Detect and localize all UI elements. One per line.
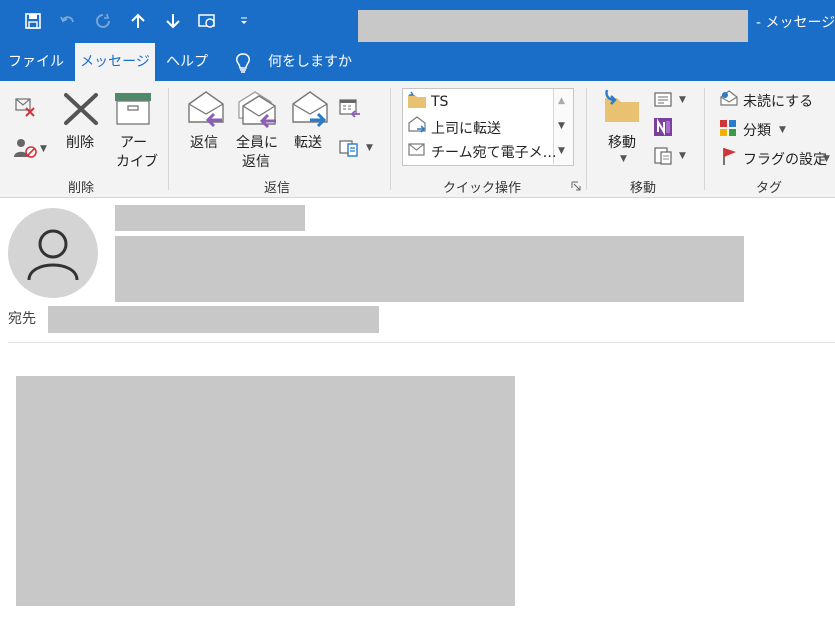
tell-me-search[interactable]: 何をしますか <box>268 43 352 81</box>
quick-steps-scroll-down-icon[interactable]: ▼ <box>558 121 565 131</box>
quick-steps-scroll-up-icon[interactable]: ▲ <box>558 96 565 106</box>
actions-icon[interactable] <box>653 146 675 166</box>
ribbon-separator <box>168 88 169 190</box>
follow-up-flag-button[interactable]: フラグの設定 <box>743 149 827 169</box>
window-title-suffix: - メッセージ ( <box>756 15 835 31</box>
junk-dropdown-icon[interactable]: ▼ <box>40 144 47 154</box>
meeting-reply-icon[interactable] <box>339 98 361 118</box>
undo-icon[interactable] <box>57 10 79 32</box>
actions-dropdown-icon[interactable]: ▼ <box>679 151 686 161</box>
menu-help[interactable]: ヘルプ <box>158 43 216 81</box>
categorize-button[interactable]: 分類 <box>743 120 771 140</box>
more-respond-icon[interactable] <box>339 138 361 158</box>
ribbon-separator <box>586 88 587 190</box>
customize-dropdown-icon[interactable] <box>233 10 255 32</box>
flag-dropdown-icon[interactable]: ▼ <box>823 154 830 164</box>
quick-step-team-email[interactable]: チーム宛て電子メ… <box>431 142 557 162</box>
dialog-launcher-icon[interactable] <box>571 181 581 191</box>
person-icon <box>27 229 79 281</box>
junk-icon[interactable] <box>12 137 38 159</box>
group-label-quick-steps: クイック操作 <box>443 181 522 196</box>
reply-icon[interactable] <box>186 90 226 128</box>
archive-icon[interactable] <box>114 92 152 126</box>
delete-button[interactable]: 削除 <box>66 132 94 152</box>
save-icon[interactable] <box>22 10 44 32</box>
reply-button[interactable]: 返信 <box>190 132 218 152</box>
rules-icon[interactable] <box>653 90 675 108</box>
quick-step-forward-to-manager[interactable]: 上司に転送 <box>431 118 501 138</box>
sender-name-redacted <box>115 205 305 231</box>
more-respond-dropdown-icon[interactable]: ▼ <box>366 143 373 153</box>
categorize-dropdown-icon[interactable]: ▼ <box>779 125 786 135</box>
ribbon-separator <box>704 88 705 190</box>
unread-icon[interactable] <box>719 89 739 107</box>
reply-all-label-line2[interactable]: 返信 <box>242 151 270 171</box>
lightbulb-icon <box>234 52 252 78</box>
rules-dropdown-icon[interactable]: ▼ <box>679 95 686 105</box>
message-body-redacted <box>16 376 515 606</box>
group-label-move: 移動 <box>630 181 657 196</box>
down-arrow-icon[interactable] <box>162 10 184 32</box>
group-label-delete: 削除 <box>68 181 95 196</box>
quick-step-ts[interactable]: TS <box>431 94 448 110</box>
move-button[interactable]: 移動 <box>608 132 636 152</box>
menu-file[interactable]: ファイル <box>0 43 72 81</box>
header-divider <box>8 342 835 343</box>
touch-mode-icon[interactable] <box>197 10 219 32</box>
onenote-icon[interactable] <box>653 117 673 137</box>
menu-message[interactable]: メッセージ <box>75 43 155 81</box>
group-label-reply: 返信 <box>264 181 291 196</box>
recipients-redacted[interactable] <box>48 306 379 333</box>
ignore-icon[interactable] <box>12 96 38 120</box>
flag-icon[interactable] <box>721 146 739 166</box>
categorize-icon[interactable] <box>719 119 737 137</box>
team-email-icon <box>407 142 427 158</box>
sender-avatar <box>8 208 98 298</box>
group-label-tags: タグ <box>756 181 783 196</box>
move-icon[interactable] <box>601 88 641 124</box>
forward-button[interactable]: 転送 <box>294 132 322 152</box>
mark-unread-button[interactable]: 未読にする <box>743 91 813 111</box>
up-arrow-icon[interactable] <box>127 10 149 32</box>
redo-icon[interactable] <box>92 10 114 32</box>
subject-redacted <box>115 236 744 302</box>
move-dropdown-icon[interactable]: ▼ <box>620 154 627 164</box>
quick-steps-expand-icon[interactable]: ▼ <box>558 146 565 156</box>
to-label: 宛先 <box>8 311 36 327</box>
forward-icon[interactable] <box>290 90 330 128</box>
archive-label-line2[interactable]: カイブ <box>116 151 158 171</box>
delete-icon[interactable] <box>63 92 99 126</box>
window-title-redacted <box>358 10 748 42</box>
ribbon-separator <box>390 88 391 190</box>
reply-all-icon[interactable] <box>236 90 278 128</box>
forward-to-manager-icon <box>407 116 427 134</box>
folder-icon <box>407 91 427 109</box>
reply-all-label-line1[interactable]: 全員に <box>236 132 278 152</box>
archive-label-line1[interactable]: アー <box>120 132 147 152</box>
